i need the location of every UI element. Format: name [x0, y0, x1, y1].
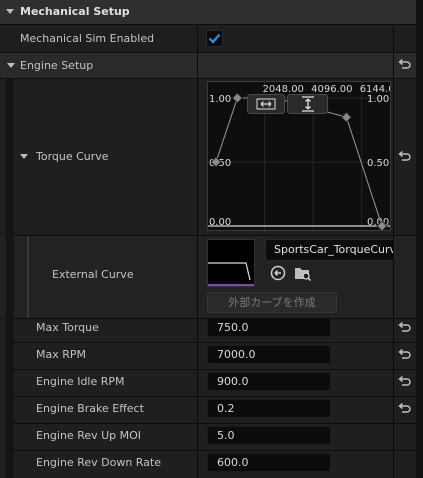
- reset-arrow-icon[interactable]: [398, 403, 412, 415]
- divider: [14, 235, 423, 236]
- collapse-arrow-icon[interactable]: [6, 9, 14, 14]
- indent-gutter: [6, 79, 14, 478]
- section-title-mechanical-setup: Mechanical Setup: [20, 5, 130, 18]
- curve-key[interactable]: [231, 92, 243, 104]
- external-curve-asset-field[interactable]: SportsCar_TorqueCurve: [265, 239, 395, 261]
- divider: [0, 78, 423, 79]
- reset-arrow-icon[interactable]: [398, 59, 412, 71]
- curve-thumbnail: [208, 262, 254, 286]
- create-external-curve-button[interactable]: 外部カーブを作成: [207, 292, 337, 313]
- mech-sim-enabled-checkbox[interactable]: [206, 30, 223, 47]
- y-tick-label-left: 0.00: [209, 217, 231, 228]
- column-divider[interactable]: [197, 25, 198, 478]
- fit-vertical-button[interactable]: [287, 94, 328, 114]
- engine-brake-effect-input[interactable]: 0.2: [207, 399, 331, 418]
- folder-search-icon[interactable]: [294, 265, 312, 281]
- fit-horizontal-icon: [256, 98, 276, 110]
- divider: [14, 423, 423, 424]
- divider: [14, 396, 423, 397]
- max-rpm-input[interactable]: 7000.0: [207, 345, 331, 364]
- divider: [0, 52, 423, 53]
- engine-rev-down-rate-label: Engine Rev Down Rate: [36, 456, 162, 469]
- engine-idle-rpm-label: Engine Idle RPM: [36, 375, 125, 388]
- curve-key[interactable]: [340, 111, 353, 123]
- collapse-arrow-icon[interactable]: [20, 154, 28, 159]
- divider: [0, 24, 423, 25]
- reset-arrow-icon[interactable]: [398, 322, 412, 334]
- engine-rev-up-moi-label: Engine Rev Up MOI: [36, 429, 142, 442]
- section-title-engine-setup: Engine Setup: [20, 59, 94, 72]
- collapse-arrow-icon[interactable]: [7, 63, 15, 68]
- mech-sim-enabled-label: Mechanical Sim Enabled: [20, 32, 155, 45]
- max-torque-input[interactable]: 750.0: [207, 318, 331, 337]
- scrollbar-track[interactable]: [416, 0, 423, 478]
- external-curve-thumbnail[interactable]: [207, 239, 255, 287]
- y-tick-label-right: 0.50: [367, 158, 389, 169]
- indent-bar: [27, 236, 29, 318]
- torque-curve-label: Torque Curve: [36, 150, 109, 163]
- reset-arrow-icon[interactable]: [398, 349, 412, 361]
- engine-idle-rpm-input[interactable]: 900.0: [207, 372, 331, 391]
- external-curve-label: External Curve: [52, 268, 134, 281]
- reset-arrow-icon[interactable]: [398, 376, 412, 388]
- checkmark-icon: [208, 33, 221, 44]
- engine-rev-down-rate-input[interactable]: 600.0: [207, 453, 331, 472]
- divider: [14, 318, 423, 319]
- fit-vertical-icon: [301, 96, 314, 112]
- reset-arrow-icon[interactable]: [398, 151, 412, 163]
- divider: [14, 342, 423, 343]
- max-torque-label: Max Torque: [36, 321, 99, 334]
- engine-rev-up-moi-input[interactable]: 5.0: [207, 426, 331, 445]
- divider: [14, 450, 423, 451]
- y-tick-label-right: 1.00: [367, 94, 389, 105]
- y-tick-label-left: 1.00: [209, 94, 231, 105]
- fit-horizontal-button[interactable]: [247, 94, 285, 114]
- column-divider: [393, 25, 394, 478]
- engine-brake-effect-label: Engine Brake Effect: [36, 402, 144, 415]
- divider: [14, 369, 423, 370]
- browse-icon[interactable]: [270, 265, 286, 281]
- max-rpm-label: Max RPM: [36, 348, 87, 361]
